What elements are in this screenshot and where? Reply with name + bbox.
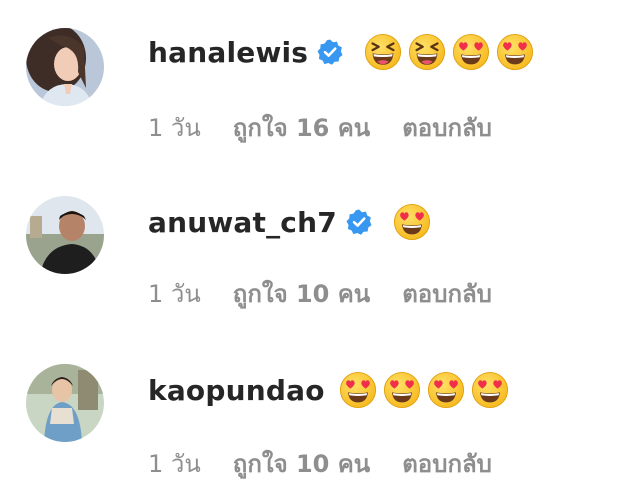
avatar[interactable] <box>26 196 104 274</box>
comment-meta: 1 วัน ถูกใจ 10 คน ตอบกลับ <box>148 274 492 313</box>
avatar[interactable] <box>26 364 104 442</box>
likes-count-button[interactable]: ถูกใจ 16 คน <box>233 108 370 147</box>
comment-meta: 1 วัน ถูกใจ 16 คน ตอบกลับ <box>148 108 492 147</box>
username-link[interactable]: anuwat_ch7 <box>148 206 337 239</box>
comment-item: hanalewis 1 วัน ถูกใจ 16 คน ตอบกลับ <box>0 0 627 142</box>
comment-time[interactable]: 1 วัน <box>148 444 201 483</box>
heart-eyes-emoji-icon <box>383 371 421 409</box>
reply-button[interactable]: ตอบกลับ <box>402 444 492 483</box>
laughing-squint-emoji-icon <box>364 33 402 71</box>
heart-eyes-emoji-icon <box>452 33 490 71</box>
comment-header: anuwat_ch7 <box>148 202 431 242</box>
comment-time[interactable]: 1 วัน <box>148 108 201 147</box>
reply-button[interactable]: ตอบกลับ <box>402 274 492 313</box>
comment-text <box>339 371 509 409</box>
comment-header: kaopundao <box>148 370 509 410</box>
username-link[interactable]: hanalewis <box>148 36 308 69</box>
comment-text <box>364 33 534 71</box>
laughing-squint-emoji-icon <box>408 33 446 71</box>
likes-count-button[interactable]: ถูกใจ 10 คน <box>233 274 370 313</box>
heart-eyes-emoji-icon <box>427 371 465 409</box>
comment-header: hanalewis <box>148 32 534 72</box>
verified-badge-icon <box>316 38 344 66</box>
likes-count-button[interactable]: ถูกใจ 10 คน <box>233 444 370 483</box>
heart-eyes-emoji-icon <box>496 33 534 71</box>
reply-button[interactable]: ตอบกลับ <box>402 108 492 147</box>
verified-badge-icon <box>345 208 373 236</box>
comment-meta: 1 วัน ถูกใจ 10 คน ตอบกลับ <box>148 444 492 483</box>
avatar[interactable] <box>26 28 104 106</box>
comment-time[interactable]: 1 วัน <box>148 274 201 313</box>
username-link[interactable]: kaopundao <box>148 374 325 407</box>
comment-item: kaopundao 1 วัน ถูกใจ 10 คน ตอบกลับ <box>0 340 627 478</box>
heart-eyes-emoji-icon <box>471 371 509 409</box>
comment-item: anuwat_ch7 1 วัน ถูกใจ 10 คน ตอบกลับ <box>0 170 627 308</box>
heart-eyes-emoji-icon <box>393 203 431 241</box>
comment-text <box>393 203 431 241</box>
heart-eyes-emoji-icon <box>339 371 377 409</box>
